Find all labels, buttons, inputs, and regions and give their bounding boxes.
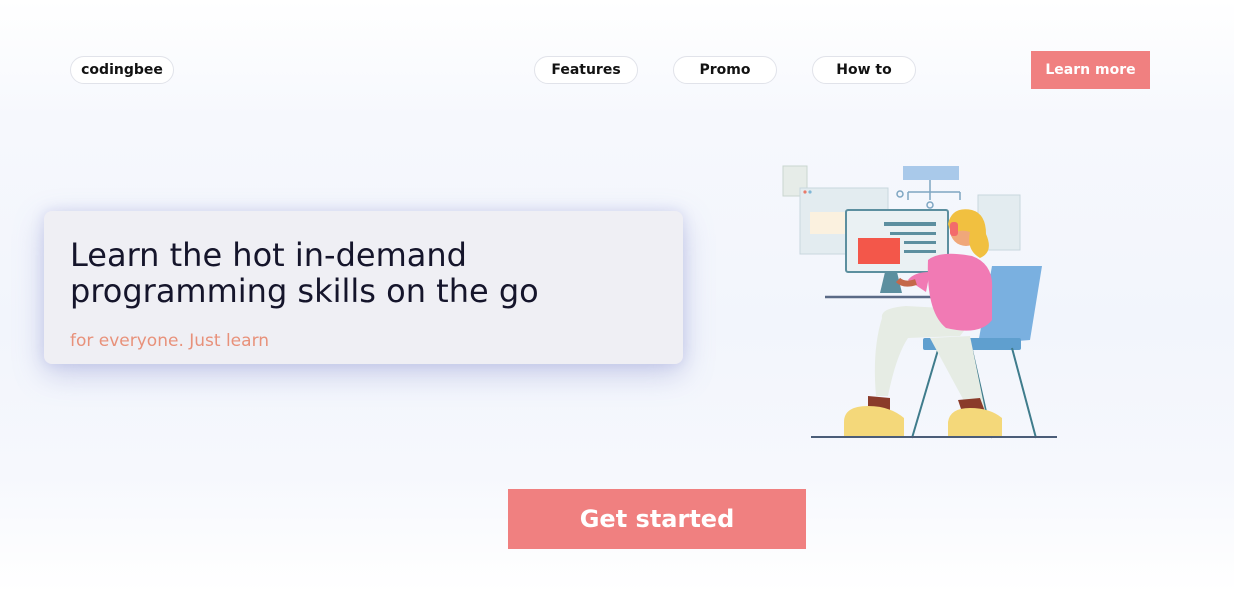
- get-started-button[interactable]: Get started: [508, 489, 806, 549]
- right-shoe: [948, 408, 1002, 436]
- nav-features[interactable]: Features: [534, 56, 638, 84]
- person-at-computer-illustration: [782, 165, 1057, 439]
- left-shoe: [844, 406, 904, 436]
- hero-title: Learn the hot in-demand programming skil…: [70, 236, 539, 310]
- learn-more-button[interactable]: Learn more: [1031, 51, 1150, 89]
- monitor-panel: [858, 238, 900, 264]
- hero-card: Learn the hot in-demand programming skil…: [44, 211, 683, 364]
- flow-node: [903, 166, 959, 180]
- brand-logo-link[interactable]: codingbee: [70, 56, 174, 84]
- nav-promo[interactable]: Promo: [673, 56, 777, 84]
- hero-subtitle: for everyone. Just learn: [70, 331, 270, 351]
- nav-how-to[interactable]: How to: [812, 56, 916, 84]
